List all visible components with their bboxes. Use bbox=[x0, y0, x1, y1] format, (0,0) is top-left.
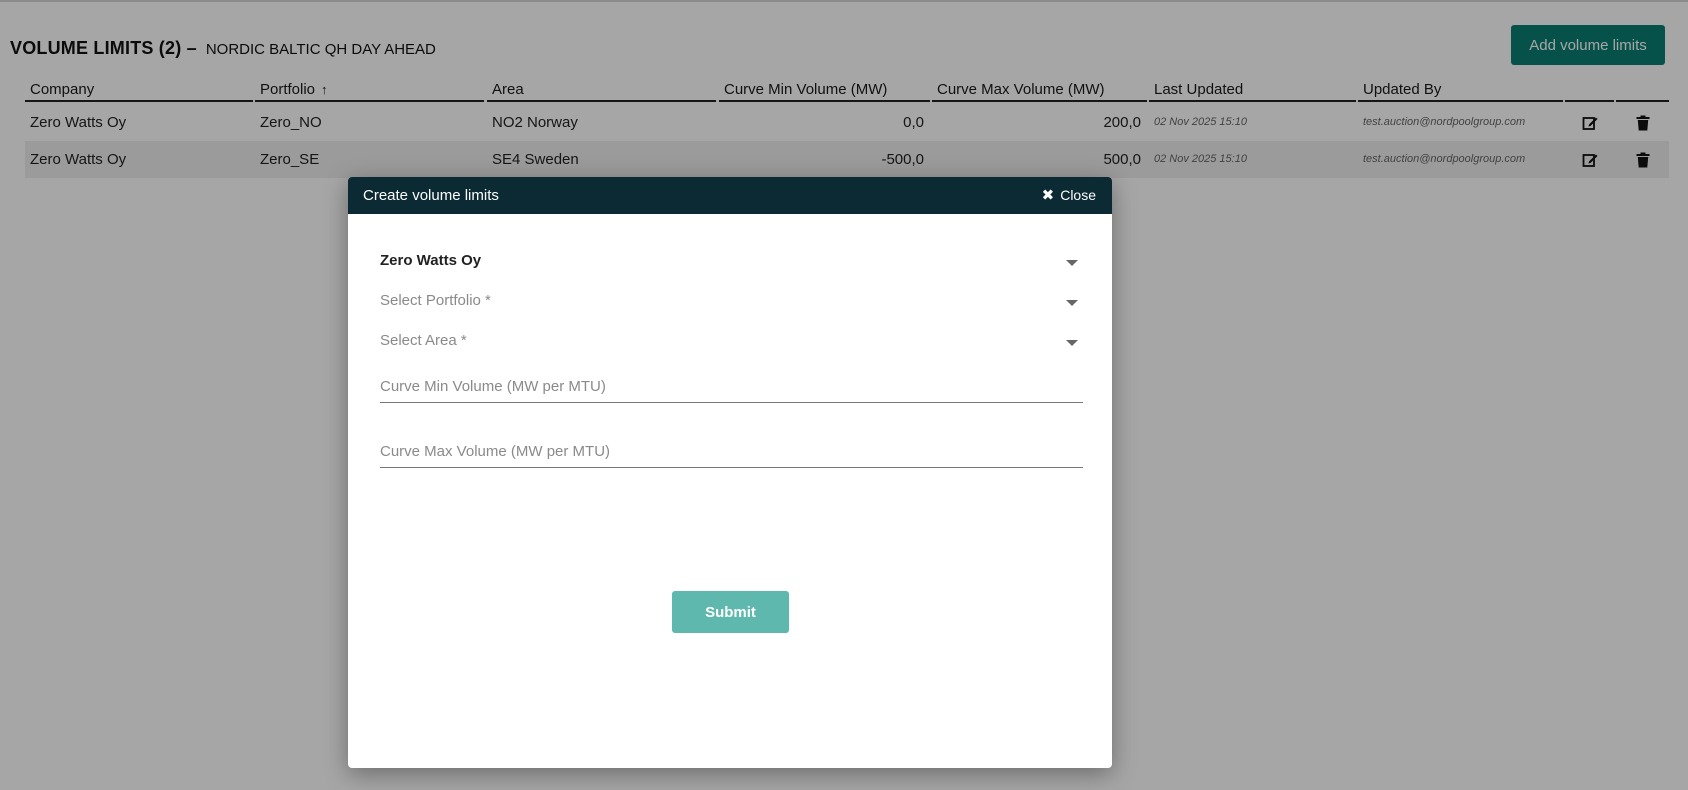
dialog-header: Create volume limits ✖ Close bbox=[348, 177, 1112, 214]
company-select-value: Zero Watts Oy bbox=[380, 252, 482, 269]
curve-min-volume-input[interactable] bbox=[380, 370, 1083, 403]
submit-button[interactable]: Submit bbox=[672, 591, 789, 633]
create-volume-limits-dialog: Create volume limits ✖ Close Zero Watts … bbox=[348, 177, 1112, 768]
curve-max-volume-input[interactable] bbox=[380, 435, 1083, 468]
dialog-title: Create volume limits bbox=[363, 187, 499, 204]
area-select-placeholder: Select Area * bbox=[380, 332, 467, 349]
portfolio-select-placeholder: Select Portfolio * bbox=[380, 292, 491, 309]
chevron-down-icon bbox=[1066, 340, 1078, 346]
chevron-down-icon bbox=[1066, 260, 1078, 266]
close-button[interactable]: ✖ Close bbox=[1042, 186, 1096, 204]
chevron-down-icon bbox=[1066, 300, 1078, 306]
company-select[interactable]: Zero Watts Oy bbox=[380, 247, 1083, 277]
area-select[interactable]: Select Area * bbox=[380, 327, 1083, 357]
close-icon: ✖ bbox=[1041, 187, 1055, 204]
close-label: Close bbox=[1060, 187, 1096, 203]
portfolio-select[interactable]: Select Portfolio * bbox=[380, 287, 1083, 317]
